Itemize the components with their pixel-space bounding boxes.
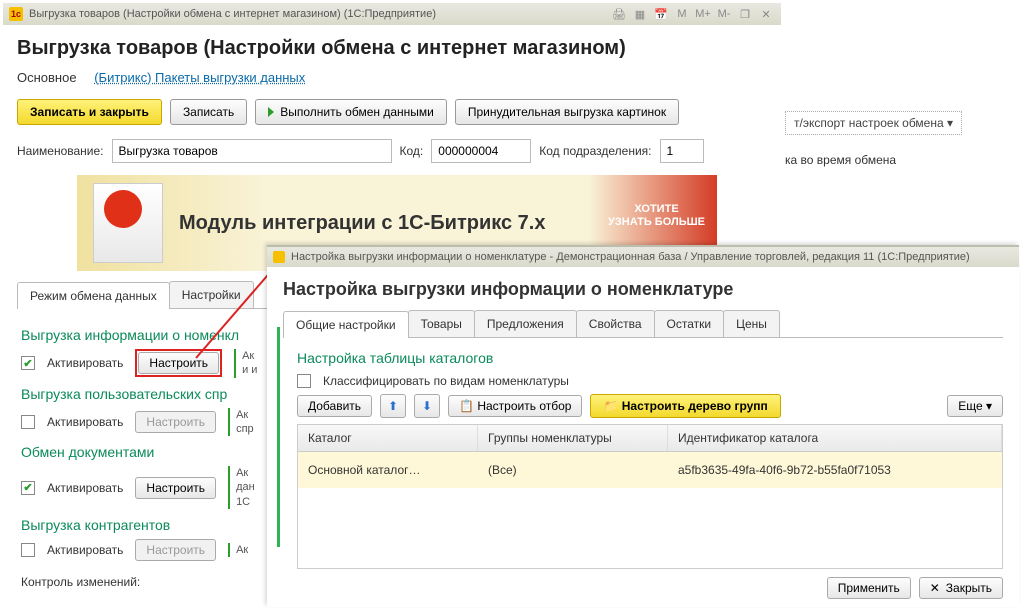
filter-button[interactable]: 📋 Настроить отбор — [448, 395, 582, 417]
save-close-button[interactable]: Записать и закрыть — [17, 99, 162, 125]
app-icon-2 — [273, 251, 285, 263]
titlebar-2: Настройка выгрузки информации о номенкла… — [267, 247, 1019, 267]
side-text-2: Ак спр — [228, 408, 254, 437]
activate-checkbox-4[interactable] — [21, 543, 35, 557]
activate-checkbox-1[interactable] — [21, 356, 35, 370]
activate-label-2: Активировать — [47, 415, 123, 429]
import-export-dropdown[interactable]: т/экспорт настроек обмена ▾ — [785, 111, 962, 135]
dept-input[interactable] — [660, 139, 704, 163]
code-label: Код: — [400, 144, 424, 158]
table-row[interactable]: Основной каталог… (Все) a5fb3635-49fa-40… — [298, 452, 1002, 488]
tab-goods[interactable]: Товары — [408, 310, 475, 337]
name-label: Наименование: — [17, 144, 104, 158]
window2-title: Настройка выгрузки информации о номенкла… — [291, 251, 970, 263]
m2-icon[interactable]: M+ — [694, 6, 712, 22]
name-input[interactable] — [112, 139, 392, 163]
close-icon: ✕ — [930, 581, 940, 595]
arrow-down-icon[interactable]: ⬇ — [414, 394, 440, 418]
activate-checkbox-3[interactable] — [21, 481, 35, 495]
app-icon: 1c — [9, 7, 23, 21]
tree-button[interactable]: 📁 Настроить дерево групп — [590, 394, 780, 418]
tree-icon: 📁 — [603, 399, 618, 413]
code-input[interactable] — [431, 139, 531, 163]
packages-link[interactable]: (Битрикс) Пакеты выгрузки данных — [94, 70, 305, 85]
grid-empty — [298, 488, 1002, 568]
left-bar — [277, 327, 280, 547]
force-images-button[interactable]: Принудительная выгрузка картинок — [455, 99, 679, 125]
close-button[interactable]: ✕Закрыть — [919, 577, 1003, 599]
arrow-up-icon[interactable]: ⬆ — [380, 394, 406, 418]
side-text-3: Ак дан 1С — [228, 466, 255, 509]
grid-header: Каталог Группы номенклатуры Идентификато… — [298, 425, 1002, 452]
classify-label: Классифицировать по видам номенклатуры — [323, 374, 569, 388]
configure-button-1[interactable]: Настроить — [138, 352, 219, 374]
box-image — [93, 183, 163, 263]
classify-checkbox[interactable] — [297, 374, 311, 388]
close-icon[interactable]: ✕ — [757, 6, 775, 22]
banner-cta: ХОТИТЕ УЗНАТЬ БОЛЬШЕ — [608, 203, 705, 229]
tab-offers[interactable]: Предложения — [474, 310, 577, 337]
window2-heading: Настройка выгрузки информации о номенкла… — [283, 279, 1003, 300]
right-panel: т/экспорт настроек обмена ▾ ка во время … — [781, 3, 1017, 183]
col-catalog[interactable]: Каталог — [298, 425, 478, 451]
window2-tabs: Общие настройки Товары Предложения Свойс… — [283, 310, 1003, 338]
window-title: Выгрузка товаров (Настройки обмена с инт… — [29, 8, 436, 20]
activate-checkbox-2[interactable] — [21, 415, 35, 429]
add-button[interactable]: Добавить — [297, 395, 372, 417]
side-text-1: Ак и и — [234, 349, 257, 378]
filter-icon: 📋 — [459, 399, 474, 413]
exchange-button[interactable]: Выполнить обмен данными — [255, 99, 447, 125]
calendar-icon[interactable]: 📅 — [652, 6, 670, 22]
configure-window: Настройка выгрузки информации о номенкла… — [267, 245, 1019, 607]
activate-label-4: Активировать — [47, 543, 123, 557]
main-mode-link[interactable]: Основное — [17, 70, 77, 85]
configure-button-3[interactable]: Настроить — [135, 477, 216, 499]
tab-exchange-mode[interactable]: Режим обмена данных — [17, 282, 170, 309]
print-icon[interactable]: 🖨 — [610, 6, 628, 22]
side-text-4: Ак — [228, 543, 248, 557]
cell-catalog: Основной каталог… — [298, 457, 478, 483]
main-toolbar: Записать и закрыть Записать Выполнить об… — [17, 99, 767, 125]
apply-button[interactable]: Применить — [827, 577, 911, 599]
page-title: Выгрузка товаров (Настройки обмена с инт… — [17, 37, 767, 60]
activate-label-3: Активировать — [47, 481, 123, 495]
titlebar: 1c Выгрузка товаров (Настройки обмена с … — [3, 3, 781, 25]
dept-label: Код подразделения: — [539, 144, 651, 158]
catalog-table-heading: Настройка таблицы каталогов — [297, 350, 1003, 366]
restore-icon[interactable]: ❐ — [736, 6, 754, 22]
configure-highlight: Настроить — [135, 349, 222, 377]
tab-settings[interactable]: Настройки — [169, 281, 254, 308]
configure-button-4[interactable]: Настроить — [135, 539, 216, 561]
m3-icon[interactable]: M- — [715, 6, 733, 22]
activate-label-1: Активировать — [47, 356, 123, 370]
cell-id: a5fb3635-49fa-40f6-9b72-b55fa0f71053 — [668, 457, 1002, 483]
m-icon[interactable]: M — [673, 6, 691, 22]
tab-general[interactable]: Общие настройки — [283, 311, 409, 338]
during-exchange-label: ка во время обмена — [785, 153, 1013, 167]
col-id[interactable]: Идентификатор каталога — [668, 425, 1002, 451]
save-button[interactable]: Записать — [170, 99, 247, 125]
catalog-grid: Каталог Группы номенклатуры Идентификато… — [297, 424, 1003, 569]
col-groups[interactable]: Группы номенклатуры — [478, 425, 668, 451]
grid-icon[interactable]: ▦ — [631, 6, 649, 22]
tab-prices[interactable]: Цены — [723, 310, 780, 337]
banner-text: Модуль интеграции с 1С-Битрикс 7.x — [179, 212, 545, 235]
configure-button-2[interactable]: Настроить — [135, 411, 216, 433]
play-icon — [268, 107, 274, 117]
more-button[interactable]: Еще ▾ — [947, 395, 1003, 417]
tab-stock[interactable]: Остатки — [654, 310, 725, 337]
catalog-toolbar: Добавить ⬆ ⬇ 📋 Настроить отбор 📁 Настрои… — [297, 394, 1003, 418]
tab-props[interactable]: Свойства — [576, 310, 655, 337]
cell-groups: (Все) — [478, 457, 668, 483]
